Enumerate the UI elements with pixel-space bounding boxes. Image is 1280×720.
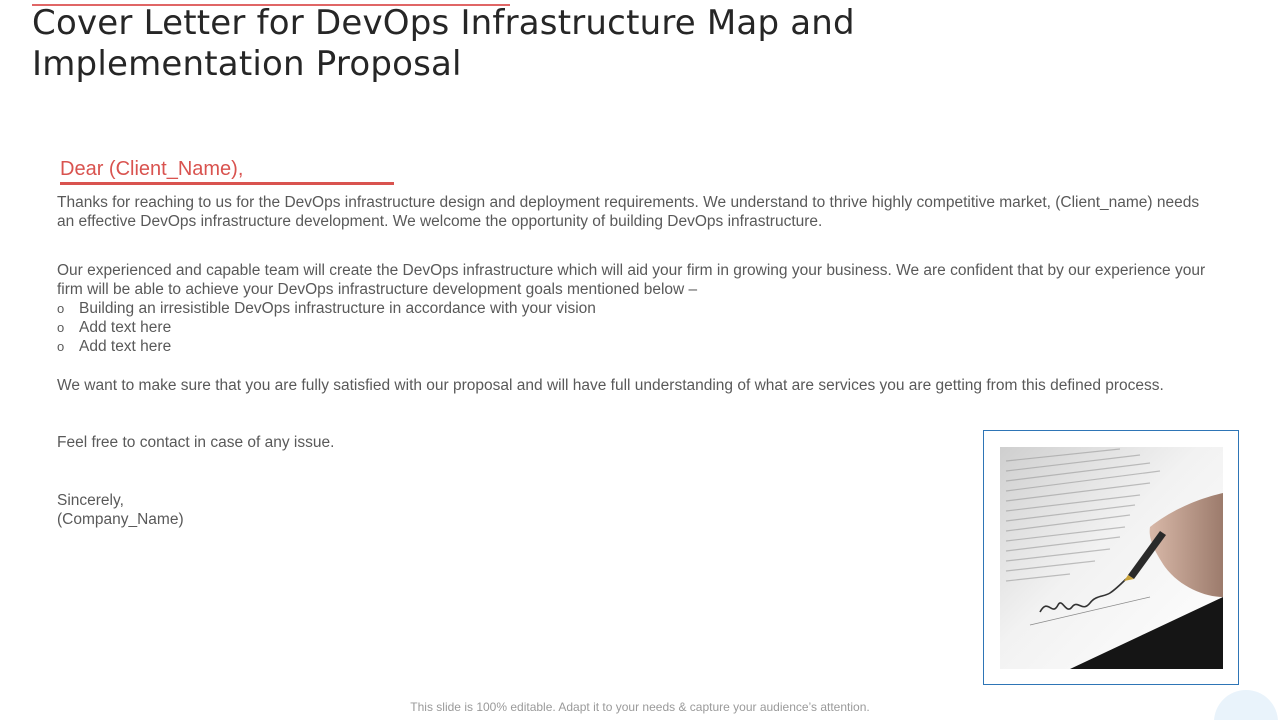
bullet-circle-icon: o (57, 320, 65, 335)
closing-block: Sincerely, (Company_Name) (57, 491, 184, 529)
list-item-text: Add text here (79, 319, 172, 336)
slide: Cover Letter for DevOps Infrastructure M… (0, 0, 1280, 720)
list-item: o Add text here (57, 337, 857, 356)
paragraph-intro: Thanks for reaching to us for the DevOps… (57, 194, 1200, 230)
company-name: (Company_Name) (57, 511, 184, 528)
corner-decoration (1214, 690, 1278, 720)
signing-document-photo (1000, 447, 1223, 669)
paragraph-satisfaction: We want to make sure that you are fully … (57, 377, 1164, 394)
bullet-circle-icon: o (57, 301, 65, 316)
salutation: Dear (Client_Name), (60, 158, 244, 180)
salutation-underline (60, 182, 394, 185)
goals-list: o Building an irresistible DevOps infras… (57, 299, 857, 356)
footer-note: This slide is 100% editable. Adapt it to… (410, 700, 870, 714)
image-frame (983, 430, 1239, 685)
slide-title: Cover Letter for DevOps Infrastructure M… (32, 3, 855, 84)
bullet-circle-icon: o (57, 339, 65, 354)
list-item: o Building an irresistible DevOps infras… (57, 299, 857, 318)
list-item: o Add text here (57, 318, 857, 337)
list-item-text: Building an irresistible DevOps infrastr… (79, 300, 596, 317)
paragraph-team: Our experienced and capable team will cr… (57, 262, 1206, 298)
signing-document-icon (1000, 447, 1223, 669)
list-item-text: Add text here (79, 338, 172, 355)
closing-salutation: Sincerely, (57, 492, 124, 509)
